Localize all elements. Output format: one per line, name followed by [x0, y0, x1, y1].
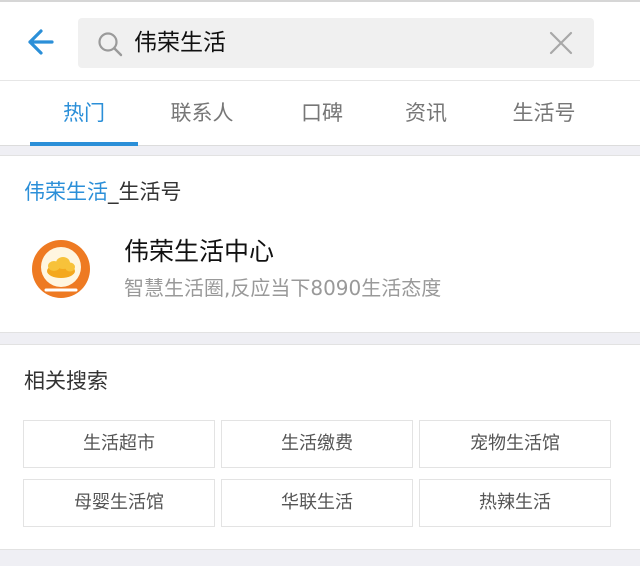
related-search-chip[interactable]: 生活缴费 — [221, 420, 413, 468]
tab-contacts[interactable]: 联系人 — [148, 81, 256, 146]
life-account-section: 伟荣生活_生活号 伟荣生活中心 智慧生活圈,反应当下8090生活态度 — [0, 155, 640, 333]
related-search-chip[interactable]: 华联生活 — [221, 479, 413, 527]
search-box[interactable]: 伟荣生活 — [78, 18, 594, 68]
tab-bar: 热门 联系人 口碑 资讯 生活号 — [0, 80, 640, 146]
close-icon[interactable] — [548, 30, 574, 56]
account-name[interactable]: 伟荣生活中心 — [124, 234, 274, 270]
account-description: 智慧生活圈,反应当下8090生活态度 — [124, 276, 442, 300]
related-search-chip[interactable]: 生活超市 — [23, 420, 215, 468]
section-title-highlight: 伟荣生活 — [24, 180, 108, 204]
related-search-chip[interactable]: 母婴生活馆 — [23, 479, 215, 527]
life-account-logo-icon[interactable] — [30, 238, 92, 300]
tab-news[interactable]: 资讯 — [372, 81, 480, 146]
section-title: 伟荣生活_生活号 — [24, 176, 182, 208]
related-search-section: 相关搜索 生活超市 生活缴费 宠物生活馆 母婴生活馆 华联生活 热辣生活 — [0, 344, 640, 550]
back-button[interactable] — [20, 24, 60, 60]
tab-koubei[interactable]: 口碑 — [268, 81, 376, 146]
related-search-chip[interactable]: 宠物生活馆 — [419, 420, 611, 468]
search-input[interactable]: 伟荣生活 — [134, 27, 534, 59]
top-bar: 伟荣生活 — [0, 0, 640, 80]
tab-hot[interactable]: 热门 — [30, 81, 138, 146]
search-icon — [98, 32, 123, 57]
related-title: 相关搜索 — [24, 369, 108, 393]
related-search-chip[interactable]: 热辣生活 — [419, 479, 611, 527]
section-title-rest: _生活号 — [108, 180, 182, 204]
active-tab-indicator — [30, 142, 138, 146]
back-arrow-icon — [28, 29, 54, 55]
tab-life-accounts[interactable]: 生活号 — [490, 81, 598, 146]
